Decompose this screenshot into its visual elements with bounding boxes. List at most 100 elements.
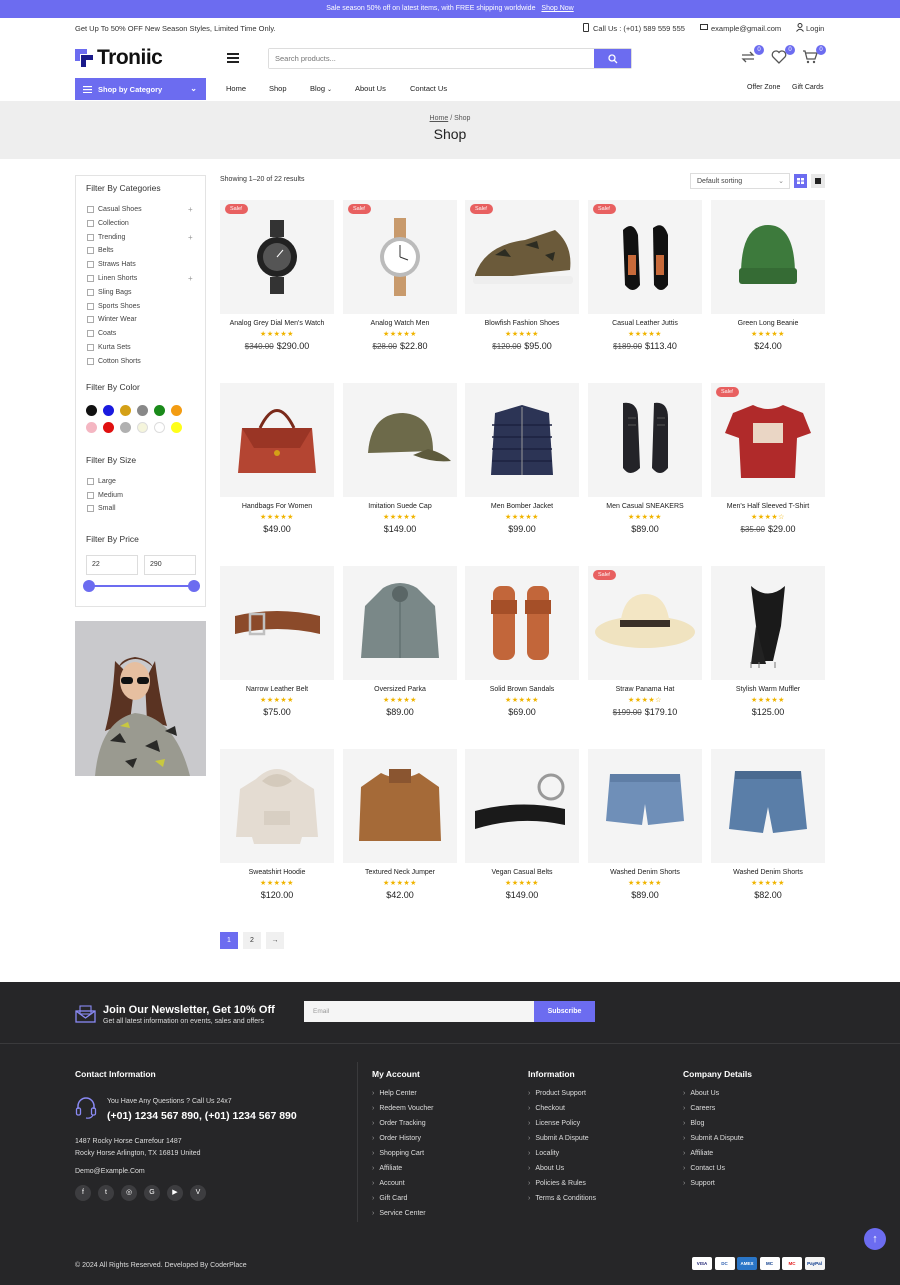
- product-card[interactable]: Sale! Blowfish Fashion Shoes ★★★★★ $120.00 $…: [465, 200, 579, 351]
- footer-link[interactable]: Terms & Conditions: [528, 1195, 596, 1202]
- product-card[interactable]: Green Long Beanie ★★★★★ $24.00: [711, 200, 825, 351]
- footer-link[interactable]: Submit A Dispute: [683, 1135, 743, 1142]
- product-image[interactable]: [220, 749, 334, 863]
- price-min-input[interactable]: 22: [86, 555, 138, 575]
- logo[interactable]: Troniic: [75, 46, 163, 70]
- footer-link[interactable]: Redeem Voucher: [372, 1105, 433, 1112]
- footer-link[interactable]: Affiliate: [372, 1165, 402, 1172]
- footer-link[interactable]: Contact Us: [683, 1165, 725, 1172]
- topbar-email[interactable]: example@gmail.com: [711, 24, 781, 33]
- product-card[interactable]: Sale! Analog Watch Men ★★★★★ $28.00 $22.80: [343, 200, 457, 351]
- product-name[interactable]: Textured Neck Jumper: [343, 869, 457, 876]
- promo-banner-image[interactable]: [75, 621, 206, 776]
- footer-link[interactable]: Affiliate: [683, 1150, 713, 1157]
- product-name[interactable]: Analog Watch Men: [343, 320, 457, 327]
- product-name[interactable]: Green Long Beanie: [711, 320, 825, 327]
- footer-link[interactable]: Order Tracking: [372, 1120, 425, 1127]
- product-image[interactable]: Sale!: [220, 200, 334, 314]
- size-filter-item[interactable]: Medium: [87, 491, 123, 499]
- product-name[interactable]: Solid Brown Sandals: [465, 686, 579, 693]
- nav-about[interactable]: About Us: [355, 84, 386, 93]
- color-swatch[interactable]: [171, 405, 182, 416]
- shop-by-category-button[interactable]: Shop by Category ⌄: [75, 78, 206, 100]
- product-image[interactable]: [343, 566, 457, 680]
- compare-button[interactable]: 0: [740, 45, 764, 66]
- checkbox[interactable]: [87, 316, 94, 324]
- checkbox[interactable]: [87, 206, 94, 213]
- product-image[interactable]: Sale!: [588, 566, 702, 680]
- product-name[interactable]: Casual Leather Juttis: [588, 320, 702, 327]
- checkbox[interactable]: [87, 357, 94, 365]
- product-card[interactable]: Solid Brown Sandals ★★★★★ $69.00: [465, 566, 579, 717]
- footer-link[interactable]: About Us: [528, 1165, 564, 1172]
- product-name[interactable]: Vegan Casual Belts: [465, 869, 579, 876]
- product-card[interactable]: Stylish Warm Muffler ★★★★★ $125.00: [711, 566, 825, 717]
- product-image[interactable]: [465, 383, 579, 497]
- product-name[interactable]: Handbags For Women: [220, 503, 334, 510]
- product-card[interactable]: Textured Neck Jumper ★★★★★ $42.00: [343, 749, 457, 900]
- checkbox[interactable]: [87, 344, 94, 351]
- grid-view-button[interactable]: [794, 174, 807, 188]
- price-min-handle[interactable]: [83, 580, 95, 592]
- vimeo-icon[interactable]: V: [190, 1185, 206, 1201]
- menu-icon[interactable]: [227, 53, 239, 63]
- footer-link[interactable]: About Us: [683, 1090, 719, 1097]
- category-filter-item[interactable]: Kurta Sets: [87, 344, 131, 351]
- category-filter-item[interactable]: Winter Wear: [87, 316, 137, 324]
- product-name[interactable]: Men's Half Sleeved T-Shirt: [711, 503, 825, 510]
- contact-email[interactable]: Demo@Example.Com: [75, 1168, 145, 1175]
- product-card[interactable]: Washed Denim Shorts ★★★★★ $82.00: [711, 749, 825, 900]
- footer-link[interactable]: Account: [372, 1180, 404, 1187]
- category-filter-item[interactable]: Belts: [87, 247, 114, 255]
- product-image[interactable]: [465, 566, 579, 680]
- page-1-button[interactable]: 1: [220, 932, 238, 949]
- search-button[interactable]: [594, 49, 631, 68]
- google-icon[interactable]: G: [144, 1185, 160, 1201]
- product-card[interactable]: Men Bomber Jacket ★★★★★ $99.00: [465, 383, 579, 534]
- footer-link[interactable]: Shopping Cart: [372, 1150, 424, 1157]
- product-card[interactable]: Handbags For Women ★★★★★ $49.00: [220, 383, 334, 534]
- footer-link[interactable]: Careers: [683, 1105, 715, 1112]
- product-card[interactable]: Men Casual SNEAKERS ★★★★★ $89.00: [588, 383, 702, 534]
- search-input[interactable]: [269, 49, 594, 68]
- offer-zone-link[interactable]: Offer Zone: [747, 84, 780, 91]
- product-name[interactable]: Oversized Parka: [343, 686, 457, 693]
- color-swatch[interactable]: [103, 422, 114, 433]
- gift-cards-link[interactable]: Gift Cards: [792, 84, 824, 91]
- product-card[interactable]: Narrow Leather Belt ★★★★★ $75.00: [220, 566, 334, 717]
- footer-link[interactable]: Policies & Rules: [528, 1180, 586, 1187]
- product-image[interactable]: [343, 383, 457, 497]
- checkbox[interactable]: [87, 505, 94, 512]
- checkbox[interactable]: [87, 233, 94, 241]
- footer-link[interactable]: License Policy: [528, 1120, 580, 1127]
- product-name[interactable]: Men Bomber Jacket: [465, 503, 579, 510]
- product-name[interactable]: Sweatshirt Hoodie: [220, 869, 334, 876]
- list-view-button[interactable]: [811, 174, 825, 188]
- product-name[interactable]: Straw Panama Hat: [588, 686, 702, 693]
- facebook-icon[interactable]: f: [75, 1185, 91, 1201]
- product-image[interactable]: [588, 749, 702, 863]
- color-swatch[interactable]: [86, 405, 97, 416]
- checkbox[interactable]: [87, 478, 94, 485]
- color-swatch[interactable]: [103, 405, 114, 416]
- product-card[interactable]: Sale! Straw Panama Hat ★★★★☆ $199.00 $179.10: [588, 566, 702, 717]
- breadcrumb-home[interactable]: Home: [430, 115, 449, 122]
- checkbox[interactable]: [87, 491, 94, 499]
- product-card[interactable]: Imitation Suede Cap ★★★★★ $149.00: [343, 383, 457, 534]
- back-to-top-button[interactable]: ↑: [864, 1228, 886, 1250]
- product-image[interactable]: Sale!: [343, 200, 457, 314]
- product-name[interactable]: Imitation Suede Cap: [343, 503, 457, 510]
- footer-link[interactable]: Submit A Dispute: [528, 1135, 588, 1142]
- checkbox[interactable]: [87, 261, 94, 269]
- login-link[interactable]: Login: [806, 24, 824, 33]
- product-card[interactable]: Washed Denim Shorts ★★★★★ $89.00: [588, 749, 702, 900]
- nav-shop[interactable]: Shop: [269, 84, 287, 93]
- product-name[interactable]: Men Casual SNEAKERS: [588, 503, 702, 510]
- checkbox[interactable]: [87, 302, 94, 310]
- footer-link[interactable]: Service Center: [372, 1210, 425, 1217]
- price-range-slider[interactable]: [83, 580, 200, 592]
- product-image[interactable]: [711, 200, 825, 314]
- instagram-icon[interactable]: ◎: [121, 1185, 137, 1201]
- color-swatch[interactable]: [137, 422, 148, 433]
- newsletter-email-input[interactable]: Email: [304, 1001, 534, 1022]
